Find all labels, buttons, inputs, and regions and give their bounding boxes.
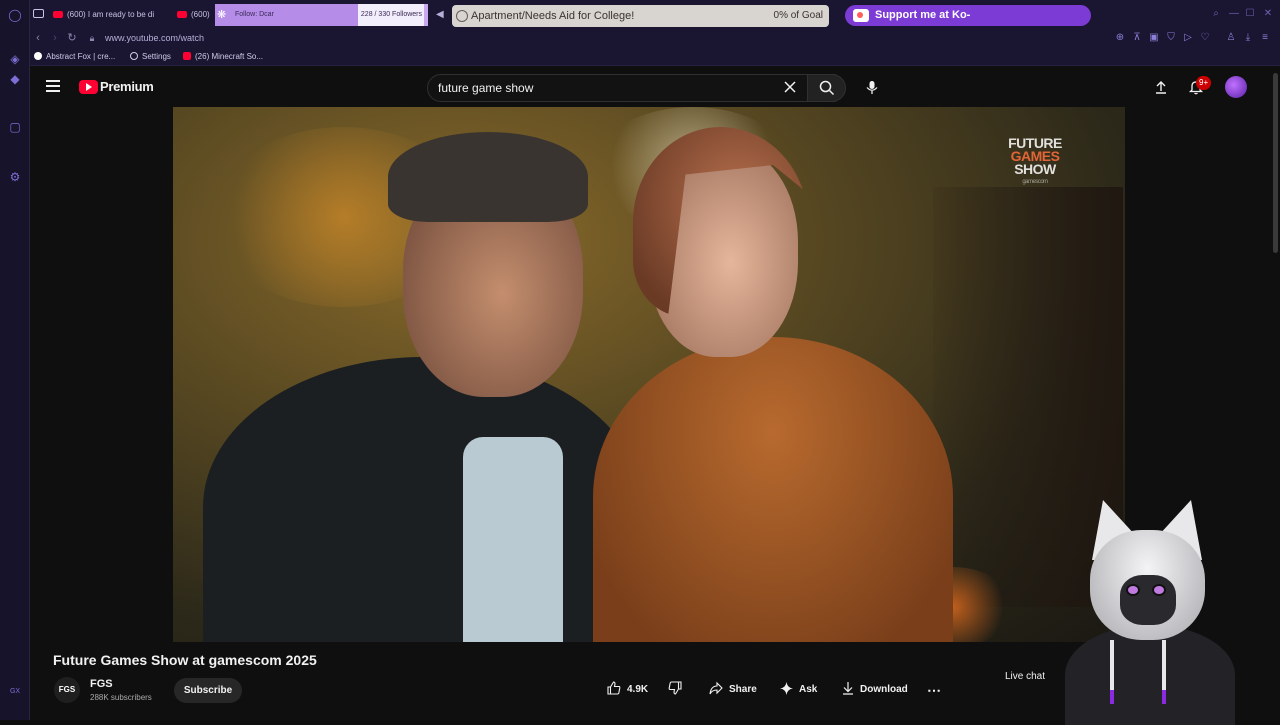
bookmark-abstract-fox[interactable]: Abstract Fox | cre... xyxy=(34,48,115,65)
thumbs-up-icon xyxy=(607,681,621,695)
youtube-favicon-icon xyxy=(177,11,187,18)
future-games-show-watermark: FUTURE GAMES SHOW gamescom xyxy=(1008,135,1062,185)
ask-button[interactable]: Ask xyxy=(780,680,817,700)
notification-badge: 9+ xyxy=(1196,76,1212,90)
subscriber-count: 288K subscribers xyxy=(90,693,152,702)
paw-icon: ❋ xyxy=(217,9,227,21)
back-icon[interactable]: ‹ xyxy=(31,31,45,45)
close-window-icon[interactable]: ✕ xyxy=(1262,8,1274,20)
share-icon xyxy=(709,681,723,695)
donation-goal-widget: Apartment/Needs Aid for College! 0% of G… xyxy=(452,5,829,27)
follow-label: Follow: Dcar xyxy=(235,11,274,18)
fox-favicon-icon xyxy=(34,52,42,60)
opera-sidebar: ◯ ◈ ◆ ▢ ⚙ GX xyxy=(0,0,30,720)
search-box[interactable] xyxy=(427,74,836,102)
more-actions-icon[interactable]: ⋯ xyxy=(927,680,941,700)
lock-icon[interactable]: 🔒︎ xyxy=(85,31,99,45)
sidebar-home-icon[interactable]: ◈ xyxy=(8,52,22,66)
youtube-favicon-icon xyxy=(183,52,191,60)
profile-icon[interactable]: ♙ xyxy=(1225,32,1237,44)
tab-2[interactable]: (600) xyxy=(177,5,217,25)
sparkle-icon xyxy=(780,682,793,695)
kofi-cup-icon xyxy=(853,9,869,22)
thumbs-down-icon xyxy=(668,681,682,695)
search-tabs-icon[interactable]: ⌕ xyxy=(1210,8,1222,20)
forward-icon[interactable]: › xyxy=(48,31,62,45)
search-input[interactable] xyxy=(438,75,778,101)
video-player[interactable]: FUTURE GAMES SHOW gamescom xyxy=(173,107,1125,642)
youtube-premium-label[interactable]: Premium xyxy=(100,78,154,96)
channel-name[interactable]: FGS xyxy=(90,677,113,691)
snapshot-icon[interactable]: ▣ xyxy=(1148,32,1160,44)
maximize-icon[interactable]: ☐ xyxy=(1244,8,1256,20)
download-icon[interactable]: ⤓ xyxy=(1242,32,1254,44)
kofi-banner: Support me at Ko-fi.com/abstractfox43409 xyxy=(845,5,1091,42)
menu-icon[interactable]: ≡ xyxy=(1259,32,1271,44)
live-chat-toggle[interactable]: Live chat xyxy=(1005,670,1045,684)
goal-label: Apartment/Needs Aid for College! xyxy=(471,10,635,22)
opera-logo-icon[interactable]: ◯ xyxy=(8,8,22,22)
heart-icon[interactable]: ♡ xyxy=(1199,32,1211,44)
vpn-icon[interactable]: ⛉ xyxy=(1165,32,1177,44)
subscribe-button[interactable]: Subscribe xyxy=(174,678,242,703)
page-scrollbar[interactable] xyxy=(1271,67,1280,720)
minimize-icon[interactable]: — xyxy=(1228,8,1240,20)
sidebar-chat-icon[interactable]: ▢ xyxy=(8,120,22,134)
reload-icon[interactable]: ↻ xyxy=(65,31,79,45)
bookmark-settings[interactable]: Settings xyxy=(130,48,171,65)
download-icon xyxy=(843,682,853,695)
youtube-favicon-icon xyxy=(53,11,63,18)
download-button[interactable]: Download xyxy=(842,680,908,700)
presenter-man xyxy=(203,357,643,642)
search-button[interactable] xyxy=(807,74,846,102)
follow-count: 228 / 330 Followers xyxy=(358,4,424,26)
goal-percent: 0% of Goal xyxy=(773,10,823,21)
vtuber-avatar xyxy=(1060,500,1240,725)
search-icon xyxy=(819,80,835,96)
microphone-icon xyxy=(866,81,878,94)
like-count: 4.9K xyxy=(627,684,649,695)
scrollbar-thumb[interactable] xyxy=(1273,73,1278,253)
tab-1[interactable]: (600) I am ready to be di xyxy=(53,5,193,25)
like-button[interactable]: 4.9K xyxy=(607,680,648,700)
sidebar-settings-icon[interactable]: ⚙ xyxy=(8,170,22,184)
play-icon[interactable]: ▷ xyxy=(1182,32,1194,44)
dislike-button[interactable] xyxy=(668,680,688,700)
youtube-header: Premium 9+ xyxy=(30,67,1270,107)
url-field[interactable]: www.youtube.com/watch xyxy=(105,28,204,48)
follower-goal-widget: ❋ Follow: Dcar 228 / 330 Followers xyxy=(215,4,428,26)
hamburger-menu-icon[interactable] xyxy=(46,80,60,92)
sidebar-diamond-icon[interactable]: ◆ xyxy=(8,72,22,86)
presenter-woman xyxy=(593,337,953,642)
address-bar: ‹ › ↻ 🔒︎ www.youtube.com/watch ⊕ ⊼ ▣ ⛉ ▷… xyxy=(30,28,1280,48)
pin-icon[interactable]: ⊼ xyxy=(1131,32,1143,44)
share-button[interactable]: Share xyxy=(709,680,757,700)
bookmark-minecraft[interactable]: (26) Minecraft So... xyxy=(183,48,263,65)
voice-search-button[interactable] xyxy=(858,74,886,102)
gear-icon xyxy=(130,52,138,60)
tab-overview-icon[interactable] xyxy=(33,9,44,18)
tab-audio-icon[interactable]: ◀ xyxy=(436,9,448,21)
youtube-logo-icon[interactable] xyxy=(79,80,98,94)
create-upload-icon[interactable] xyxy=(1154,80,1168,94)
bookmarks-bar: Abstract Fox | cre... Settings (26) Mine… xyxy=(30,48,1280,66)
account-avatar[interactable] xyxy=(1225,76,1247,98)
zoom-icon[interactable]: ⊕ xyxy=(1114,32,1126,44)
channel-avatar[interactable]: FGS xyxy=(54,677,80,703)
video-title: Future Games Show at gamescom 2025 xyxy=(53,652,317,668)
clear-search-icon[interactable] xyxy=(783,80,797,94)
goal-icon xyxy=(456,10,468,22)
sidebar-gx-icon[interactable]: GX xyxy=(8,685,22,699)
